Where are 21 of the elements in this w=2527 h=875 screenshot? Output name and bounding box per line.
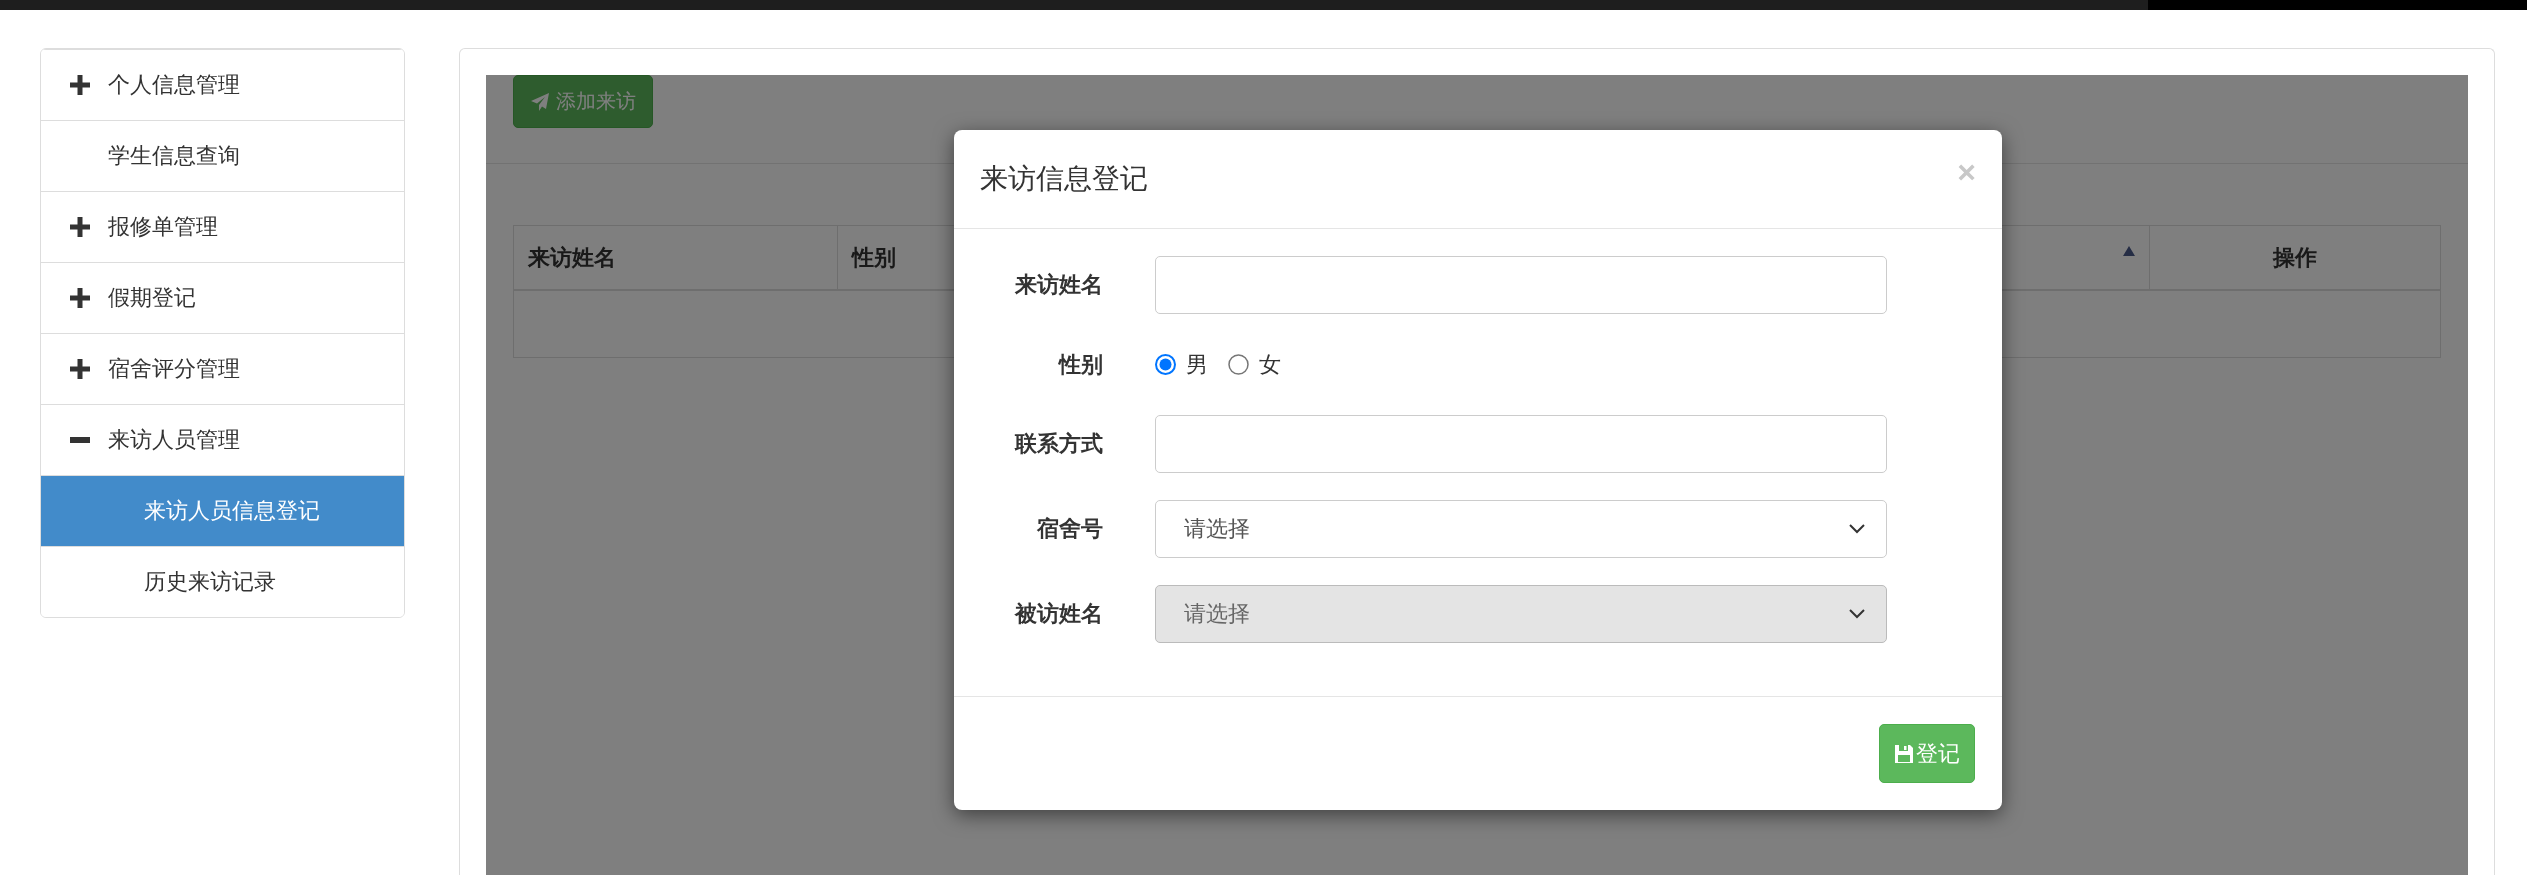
chevron-down-icon — [1848, 523, 1866, 535]
select-field[interactable]: 请选择 — [1155, 500, 1887, 558]
column-header[interactable]: 来访姓名 — [513, 225, 838, 290]
input-field[interactable] — [1155, 256, 1887, 314]
input-field[interactable] — [1155, 415, 1887, 473]
radio-button[interactable] — [1155, 354, 1176, 375]
sort-ascending-icon[interactable] — [2123, 246, 2135, 256]
paper-plane-icon — [530, 91, 550, 112]
field-label: 被访姓名 — [1013, 600, 1103, 628]
modal-title: 来访信息登记 — [980, 162, 1148, 196]
field-label: 宿舍号 — [1036, 515, 1103, 543]
chevron-down-icon — [1848, 608, 1866, 620]
field-label: 性别 — [1057, 350, 1103, 379]
field-label: 来访姓名 — [1014, 271, 1103, 299]
radio-button[interactable] — [1228, 354, 1249, 375]
column-header[interactable]: 操作 — [2149, 225, 2441, 290]
sidebar-item[interactable]: 历史来访记录 — [41, 546, 404, 617]
sidebar-item[interactable]: 来访人员信息登记 — [41, 475, 404, 546]
field-label: 联系方式 — [1013, 430, 1103, 458]
radio-label: 男 — [1186, 350, 1208, 379]
radio-label: 女 — [1259, 350, 1281, 379]
